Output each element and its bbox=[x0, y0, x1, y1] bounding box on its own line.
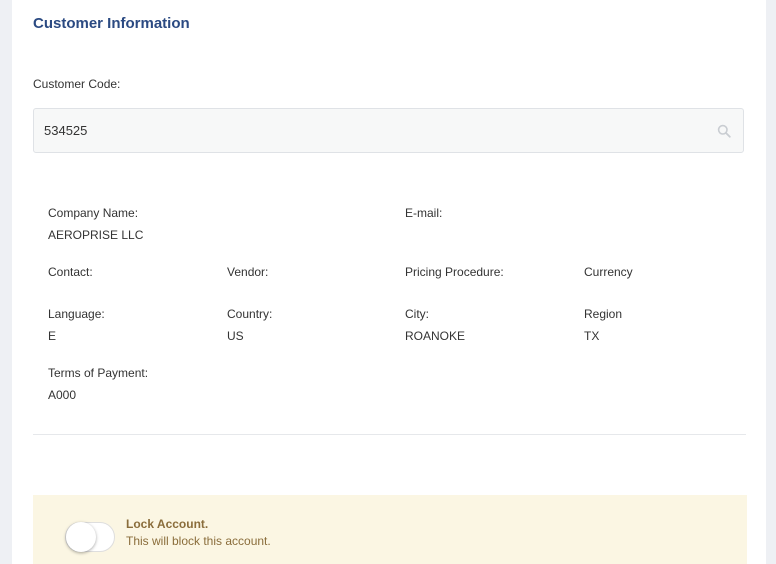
city-label: City: bbox=[405, 307, 429, 321]
city-value: ROANOKE bbox=[405, 329, 466, 343]
section-divider bbox=[33, 434, 746, 435]
region-field: Region TX bbox=[584, 307, 622, 343]
company-name-value: AEROPRISE LLC bbox=[48, 228, 144, 242]
contact-field: Contact: bbox=[48, 265, 93, 287]
country-label: Country: bbox=[227, 307, 273, 321]
country-field: Country: US bbox=[227, 307, 272, 343]
toggle-knob[interactable] bbox=[66, 522, 96, 552]
company-name-label: Company Name: bbox=[48, 206, 139, 220]
lock-account-title: Lock Account. bbox=[126, 517, 209, 531]
terms-of-payment-label: Terms of Payment: bbox=[48, 366, 149, 380]
customer-code-input[interactable] bbox=[34, 109, 704, 152]
language-label: Language: bbox=[48, 307, 105, 321]
pricing-procedure-field: Pricing Procedure: bbox=[405, 265, 504, 287]
customer-code-search bbox=[33, 108, 744, 153]
country-value: US bbox=[227, 329, 244, 343]
customer-code-label: Customer Code: bbox=[33, 77, 121, 91]
customer-information-panel: Customer Information Customer Code: Comp… bbox=[12, 0, 766, 564]
city-field: City: ROANOKE bbox=[405, 307, 465, 343]
language-value: E bbox=[48, 329, 57, 343]
terms-of-payment-field: Terms of Payment: A000 bbox=[48, 366, 148, 402]
vendor-field: Vendor: bbox=[227, 265, 268, 287]
contact-label: Contact: bbox=[48, 265, 93, 279]
search-icon[interactable] bbox=[717, 124, 731, 138]
lock-account-alert: Lock Account. This will block this accou… bbox=[33, 495, 747, 564]
region-label: Region bbox=[584, 307, 623, 321]
currency-field: Currency bbox=[584, 265, 633, 287]
section-title: Customer Information bbox=[33, 15, 190, 32]
vendor-label: Vendor: bbox=[227, 265, 269, 279]
email-label: E-mail: bbox=[405, 206, 443, 220]
pricing-procedure-label: Pricing Procedure: bbox=[405, 265, 504, 279]
language-field: Language: E bbox=[48, 307, 105, 343]
email-field: E-mail: bbox=[405, 206, 442, 228]
company-name-field: Company Name: AEROPRISE LLC bbox=[48, 206, 143, 242]
region-value: TX bbox=[584, 329, 600, 343]
lock-account-toggle[interactable] bbox=[65, 522, 115, 552]
currency-label: Currency bbox=[584, 265, 633, 279]
terms-of-payment-value: A000 bbox=[48, 388, 77, 402]
lock-account-description: This will block this account. bbox=[126, 534, 271, 548]
